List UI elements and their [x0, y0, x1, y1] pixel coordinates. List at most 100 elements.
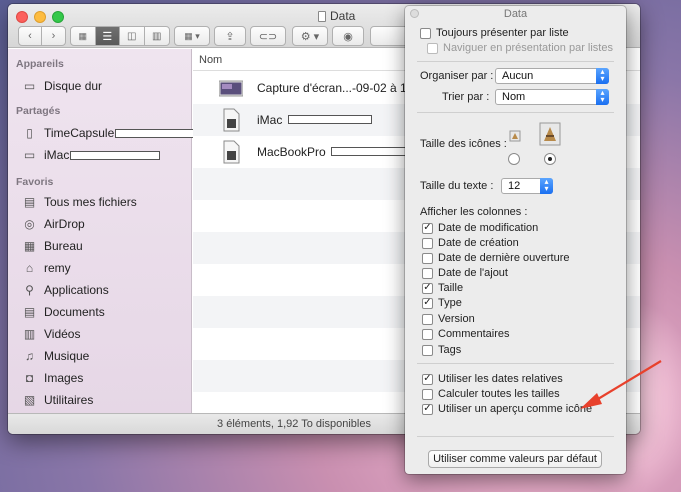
- list-view-button[interactable]: ☰: [95, 27, 120, 45]
- sidebar-item-bureau[interactable]: ▦ Bureau: [22, 236, 83, 256]
- preview-icon-checkbox[interactable]: ✓ Utiliser un aperçu comme icône: [422, 403, 592, 415]
- updown-arrows-icon: ▴ ▾: [596, 89, 609, 105]
- sidebar-item-tous-mes-fichiers[interactable]: ▤ Tous mes fichiers: [22, 192, 137, 212]
- videos-icon: ▥: [23, 327, 36, 341]
- checkbox-label: Toujours présenter par liste: [436, 27, 569, 39]
- redacted-text: [115, 128, 206, 138]
- column-date-creation-checkbox[interactable]: Date de création: [422, 237, 519, 249]
- airdrop-icon: ◎: [24, 217, 35, 231]
- sidebar-item-timecapsule[interactable]: ▯ TimeCapsule: [22, 123, 206, 143]
- sidebar-item-label: Bureau: [44, 239, 83, 253]
- column-size-checkbox[interactable]: ✓ Taille: [422, 282, 463, 294]
- column-comments-checkbox[interactable]: Commentaires: [422, 328, 510, 340]
- sidebar-item-musique[interactable]: ♫ Musique: [22, 346, 89, 366]
- checkbox-label: Calculer toutes les tailles: [438, 388, 560, 400]
- column-date-modification-checkbox[interactable]: ✓ Date de modification: [422, 222, 538, 234]
- screenshot-thumbnail-icon: [219, 80, 243, 97]
- sidebar-section-devices: Appareils: [16, 58, 64, 70]
- checkbox-box: [427, 42, 438, 54]
- close-window-button[interactable]: [16, 11, 28, 23]
- arrow-head: [580, 393, 602, 409]
- file-name: iMac: [257, 113, 372, 127]
- sidebar-item-images[interactable]: ◘ Images: [22, 368, 83, 388]
- calculate-sizes-checkbox[interactable]: Calculer toutes les tailles: [422, 388, 560, 400]
- eye-icon: ◉: [343, 30, 353, 43]
- column-view-button[interactable]: ◫: [120, 27, 145, 45]
- panel-title: Data: [503, 8, 528, 20]
- checkmark-icon: ✓: [422, 403, 433, 415]
- desktop-folder-icon: ▦: [23, 239, 36, 253]
- sort-by-select[interactable]: Nom ▴ ▾: [495, 89, 609, 105]
- checkbox-label: Utiliser un aperçu comme icône: [438, 403, 593, 415]
- column-last-opened-checkbox[interactable]: Date de dernière ouverture: [422, 252, 569, 264]
- checkbox-box: [422, 252, 433, 264]
- checkbox-box: [422, 328, 433, 340]
- chevron-left-icon: ‹: [28, 30, 32, 42]
- sidebar-item-videos[interactable]: ▥ Vidéos: [22, 324, 81, 344]
- icon-size-large-radio[interactable]: [544, 153, 556, 165]
- minimize-window-button[interactable]: [34, 11, 46, 23]
- sidebar-item-remy[interactable]: ⌂ remy: [22, 258, 71, 278]
- file-name: MacBookPro: [257, 145, 416, 159]
- sidebar-item-airdrop[interactable]: ◎ AirDrop: [22, 214, 84, 234]
- checkbox-box: [422, 237, 433, 249]
- sidebar-item-applications[interactable]: ⚲ Applications: [22, 280, 109, 300]
- sidebar-item-label: Musique: [44, 349, 90, 363]
- checkbox-box: [422, 388, 433, 400]
- always-list-checkbox[interactable]: Toujours présenter par liste: [420, 27, 569, 39]
- sidebar-item-label: remy: [44, 261, 71, 275]
- column-date-added-checkbox[interactable]: Date de l'ajout: [422, 267, 508, 279]
- checkbox-box: [422, 267, 433, 279]
- action-button[interactable]: ⚙ ▾: [292, 26, 328, 46]
- select-value: Aucun: [502, 70, 534, 82]
- coverflow-view-button[interactable]: ▥: [145, 27, 169, 45]
- applications-icon: ⚲: [25, 283, 34, 297]
- checkbox-label: Naviguer en présentation par listes: [443, 42, 613, 54]
- sidebar-section-shared: Partagés: [16, 105, 61, 117]
- red-arrow-annotation: [580, 360, 662, 409]
- zoom-window-button[interactable]: [52, 11, 64, 23]
- use-as-defaults-button[interactable]: Utiliser comme valeurs par défaut: [428, 450, 602, 468]
- arrange-button[interactable]: ▦ ▾: [174, 26, 210, 46]
- sidebar-item-utilitaires[interactable]: ▧ Utilitaires: [22, 390, 94, 410]
- checkbox-label: Date de modification: [438, 222, 539, 234]
- column-tags-checkbox[interactable]: Tags: [422, 344, 461, 356]
- sidebar-item-label: Disque dur: [44, 79, 103, 93]
- column-type-checkbox[interactable]: ✓ Type: [422, 297, 462, 309]
- divider: [417, 61, 614, 62]
- text-size-label: Taille du texte :: [420, 180, 494, 192]
- icon-size-small-radio[interactable]: [508, 153, 520, 165]
- quick-look-button[interactable]: ◉: [332, 26, 364, 46]
- share-icon: ⇪: [225, 30, 235, 43]
- forward-button[interactable]: ›: [42, 27, 65, 45]
- tags-button[interactable]: ⊂⊃: [250, 26, 286, 46]
- arrange-by-select[interactable]: Aucun ▴ ▾: [495, 68, 609, 84]
- tag-icon: ⊂⊃: [258, 30, 278, 43]
- relative-dates-checkbox[interactable]: ✓ Utiliser les dates relatives: [422, 373, 563, 385]
- share-button[interactable]: ⇪: [214, 26, 246, 46]
- backup-file-icon: [223, 108, 240, 132]
- column-view-icon: ◫: [127, 30, 137, 42]
- text-size-select[interactable]: 12 ▴ ▾: [501, 178, 553, 194]
- divider: [417, 112, 614, 113]
- back-button[interactable]: ‹: [19, 27, 43, 45]
- arrange-grid-icon: ▦ ▾: [184, 30, 200, 41]
- utilities-icon: ▧: [23, 393, 36, 407]
- checkbox-label: Utiliser les dates relatives: [438, 373, 563, 385]
- icon-view-button[interactable]: ▦: [71, 27, 96, 45]
- column-version-checkbox[interactable]: Version: [422, 313, 475, 325]
- sidebar-item-imac[interactable]: ▭ iMac: [22, 145, 161, 165]
- checkbox-label: Type: [438, 297, 462, 309]
- checkmark-icon: ✓: [422, 297, 433, 309]
- checkbox-label: Commentaires: [438, 328, 510, 340]
- folder-proxy-icon[interactable]: [318, 10, 326, 22]
- sidebar-item-disque-dur[interactable]: ▭ Disque dur: [22, 76, 102, 96]
- icon-view-icon: ▦: [78, 30, 87, 41]
- select-value: Nom: [502, 91, 526, 103]
- large-icon-preview-icon: [539, 122, 561, 146]
- checkmark-icon: ✓: [422, 282, 433, 294]
- view-mode-control: ▦ ☰ ◫ ▥: [70, 26, 170, 46]
- file-name: Capture d'écran...-09-02 à 18.: [257, 81, 417, 95]
- backup-file-icon: [223, 140, 240, 164]
- sidebar-item-documents[interactable]: ▤ Documents: [22, 302, 105, 322]
